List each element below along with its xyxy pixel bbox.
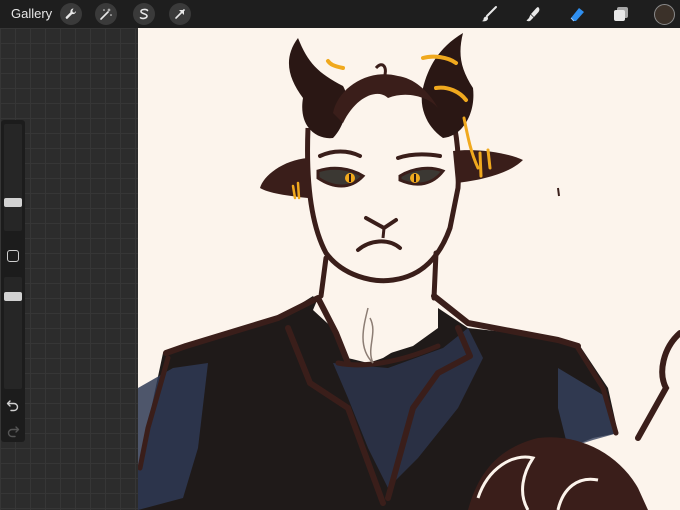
wrench-icon[interactable]	[60, 3, 82, 25]
brush-icon[interactable]	[479, 4, 499, 24]
layers-icon[interactable]	[611, 4, 631, 24]
smudge-icon[interactable]	[524, 4, 544, 24]
gallery-button[interactable]: Gallery	[11, 7, 52, 21]
opacity-thumb[interactable]	[4, 292, 22, 301]
modify-button[interactable]	[7, 250, 19, 262]
eraser-icon[interactable]	[567, 4, 587, 24]
brush-size-thumb[interactable]	[4, 198, 22, 207]
magic-wand-icon[interactable]	[95, 3, 117, 25]
undo-icon[interactable]	[6, 398, 20, 412]
opacity-slider[interactable]	[4, 277, 22, 389]
color-picker-button[interactable]	[654, 4, 675, 25]
redo-icon[interactable]	[6, 424, 20, 438]
selection-icon[interactable]	[133, 3, 155, 25]
top-toolbar: Gallery	[0, 0, 680, 28]
drawing-canvas[interactable]	[138, 28, 680, 510]
brush-size-slider[interactable]	[4, 124, 22, 231]
eraser-body	[571, 8, 584, 21]
artwork-body	[138, 33, 680, 510]
artwork	[138, 33, 680, 510]
sidebar	[1, 120, 25, 442]
transform-arrow-icon[interactable]	[169, 3, 191, 25]
